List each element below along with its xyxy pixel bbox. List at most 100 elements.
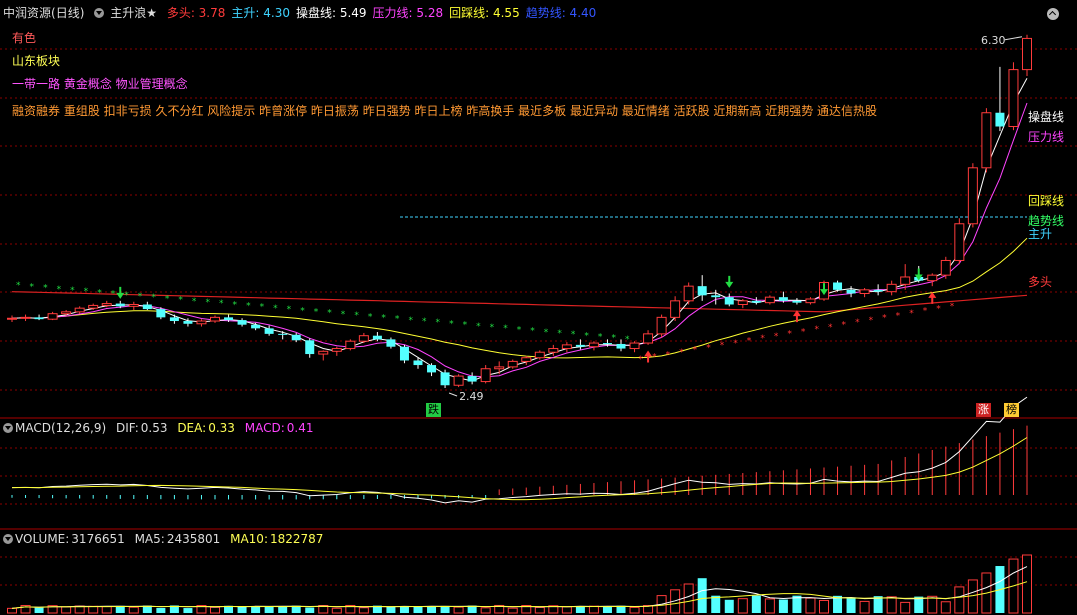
macd-title[interactable]: MACD(12,26,9) (15, 421, 106, 435)
volume-bar (859, 600, 870, 614)
trail-dot: * (138, 292, 143, 302)
candle-body (534, 351, 545, 359)
trail-dot: * (246, 302, 251, 312)
trail-dot: * (205, 298, 210, 308)
trail-dot: * (882, 314, 887, 324)
trail-dot: * (611, 334, 616, 344)
candle-body (345, 340, 356, 350)
volume-bar (778, 599, 788, 613)
operation-line (11, 77, 1028, 382)
trail-dot: * (625, 335, 630, 345)
trail-dot: * (341, 310, 346, 320)
volume-bar (575, 606, 585, 613)
candle-body (264, 328, 274, 334)
candle-body (331, 348, 342, 352)
candle-body (833, 282, 843, 290)
trail-dot: * (747, 337, 752, 347)
candle-body (210, 316, 220, 322)
candle-body (927, 274, 938, 282)
dropdown-icon[interactable] (3, 534, 13, 544)
trail-dot: * (679, 348, 684, 358)
volume-bar (413, 606, 423, 613)
candle-body (20, 316, 31, 319)
volume-bar (737, 598, 748, 614)
volume-bar (805, 597, 816, 614)
candle-body (142, 304, 152, 310)
sell-arrow-icon (725, 275, 734, 288)
stock-name[interactable]: 中润资源 (3, 6, 51, 20)
volume-value: 3176651 (71, 532, 125, 546)
collapse-chevron-icon[interactable] (1047, 8, 1059, 20)
pressure-line (11, 102, 1028, 378)
trail-dot: * (30, 282, 35, 292)
volume-bar (1022, 554, 1032, 614)
candle-body (737, 300, 748, 306)
trail-dot: * (801, 327, 806, 337)
dea-line (11, 437, 1028, 501)
trail-dot: * (490, 323, 495, 333)
volume-bar (764, 598, 775, 614)
limit-up-badge: 涨 (976, 403, 991, 417)
trail-dot: * (923, 307, 928, 317)
volume-bar (305, 607, 315, 613)
line-label-2: 回踩线 (1028, 194, 1065, 208)
ma5-value: 2435801 (166, 532, 221, 546)
volume-bar (629, 606, 640, 614)
candle-body (588, 342, 599, 348)
trail-dot: * (503, 324, 508, 334)
volume-bar (724, 599, 734, 613)
trail-dot: * (354, 311, 359, 321)
trail-dot: * (111, 290, 116, 300)
candle-body (480, 368, 491, 383)
volume-bar (156, 607, 166, 613)
candle-body (128, 304, 139, 307)
candle-body (629, 342, 640, 350)
volume-bar (88, 605, 99, 614)
candle-body (967, 167, 978, 225)
candle-body (237, 320, 247, 325)
dropdown-icon[interactable] (3, 423, 13, 433)
candle-body (169, 317, 179, 322)
trail-dot: * (233, 300, 238, 310)
ma5-label: MA5: (134, 532, 165, 546)
candle-body (846, 289, 856, 294)
dropdown-icon[interactable] (94, 8, 105, 18)
candle-body (778, 297, 788, 301)
industry-tag: 有色 (12, 31, 37, 45)
candle-body (521, 357, 532, 362)
candle-body (7, 317, 17, 320)
candle-body (34, 317, 44, 320)
chart-canvas[interactable]: * * * * * * * * * * * * * * * * * * * * * * * * * * * * * * * * * * * * * * * *… (0, 0, 1077, 615)
indicator-item-2: 操盘线: 5.49 (295, 6, 367, 20)
trail-dot: * (422, 317, 427, 327)
candle-body (358, 335, 369, 342)
trail-dot: * (16, 281, 21, 291)
candle-body (305, 340, 315, 355)
concept-tags: 一带一路 黄金概念 物业管理概念 (12, 77, 188, 91)
candle-body (900, 276, 911, 285)
trail-dot: * (449, 319, 454, 329)
buy-arrow-icon (644, 350, 653, 363)
indicator-name[interactable]: 主升浪★ (110, 6, 157, 20)
volume-bar (427, 606, 437, 613)
candle-body (873, 289, 883, 292)
candle-body (427, 365, 437, 373)
volume-label[interactable]: VOLUME: (15, 532, 69, 546)
dif-value: 0.53 (140, 421, 168, 435)
trail-dot: * (381, 313, 386, 323)
candle-body (47, 313, 58, 320)
dif-label: DIF: (115, 421, 139, 435)
candle-body (724, 297, 734, 305)
region-tag: 山东板块 (12, 54, 61, 68)
trail-dot: * (733, 339, 738, 349)
volume-bar (751, 595, 761, 613)
volume-bar (927, 595, 938, 614)
candle-body (101, 303, 112, 306)
trail-dot: * (368, 312, 373, 322)
volume-bar (440, 605, 450, 613)
candle-body (399, 346, 409, 361)
trail-dot: * (842, 320, 847, 330)
volume-bar (954, 586, 965, 614)
candle-body (291, 334, 301, 341)
volume-bar (331, 607, 342, 614)
